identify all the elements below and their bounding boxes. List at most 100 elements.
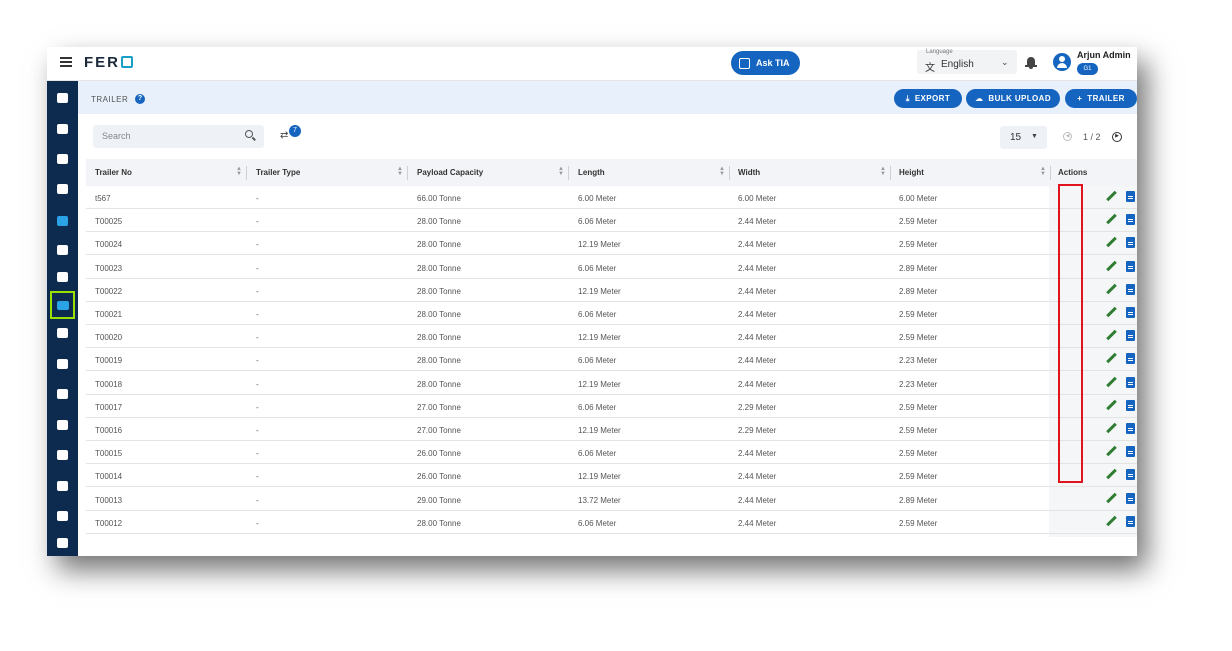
sort-icon[interactable]: ▲ ▼ [1040, 166, 1046, 177]
document-icon[interactable] [1126, 260, 1135, 272]
sidebar-item-building-grid[interactable] [50, 353, 75, 375]
cell-length: 12.19 Meter [578, 426, 621, 435]
edit-icon[interactable] [1105, 376, 1117, 389]
sidebar-item-box-settings[interactable] [50, 118, 75, 140]
sidebar-item-gallery[interactable] [50, 532, 75, 554]
export-button[interactable]: ⤓ EXPORT [894, 89, 962, 108]
cell-width: 2.44 Meter [738, 495, 777, 505]
column-header-length[interactable]: Length [578, 168, 605, 177]
search-icon[interactable] [245, 130, 253, 138]
sidebar-item-document[interactable] [50, 505, 75, 527]
table-row[interactable]: T00013 - 29.00 Tonne 13.72 Meter 2.44 Meter 2… [86, 488, 1137, 511]
table-row[interactable]: T00012 - 28.00 Tonne 6.06 Meter 2.44 Meter 2.… [86, 511, 1137, 534]
sort-icon[interactable]: ▲ ▼ [558, 166, 564, 177]
ask-tia-button[interactable]: Ask TIA [731, 51, 800, 75]
cell-payload: 27.00 Tonne [417, 402, 461, 412]
column-header-width[interactable]: Width [738, 168, 760, 177]
search-input[interactable]: Search [93, 125, 264, 148]
sidebar-item-driver-voice[interactable] [50, 322, 75, 344]
edit-icon[interactable] [1105, 306, 1117, 319]
sort-icon[interactable]: ▲ ▼ [236, 166, 242, 177]
edit-column-highlight [1058, 184, 1083, 483]
menu-icon[interactable] [60, 57, 72, 67]
table-row[interactable]: T00022 - 28.00 Tonne 12.19 Meter 2.44 Meter 2… [86, 279, 1137, 302]
document-icon[interactable] [1126, 237, 1135, 249]
edit-icon[interactable] [1105, 515, 1117, 528]
document-icon[interactable] [1126, 446, 1135, 458]
sidebar-item-route[interactable] [50, 414, 75, 436]
document-icon[interactable] [1126, 492, 1135, 504]
edit-icon[interactable] [1105, 469, 1117, 481]
language-select[interactable]: Language 文 English ⌄ [917, 49, 1017, 74]
table-row[interactable]: T00014 - 26.00 Tonne 12.19 Meter 2.44 Meter 2… [86, 464, 1137, 488]
document-icon[interactable] [1126, 214, 1135, 226]
column-divider [729, 166, 730, 180]
table-row[interactable]: T00024 - 28.00 Tonne 12.19 Meter 2.44 Meter 2… [86, 232, 1137, 256]
page-size-select[interactable]: 15 ▼ [1000, 126, 1047, 149]
edit-icon[interactable] [1105, 260, 1117, 273]
sidebar-item-ticket[interactable] [50, 178, 75, 200]
table-row[interactable]: T00016 - 27.00 Tonne 12.19 Meter 2.29 Meter 2… [86, 418, 1137, 441]
edit-icon[interactable] [1105, 190, 1117, 203]
cell-trailer-type: - [256, 194, 259, 203]
sidebar-item-person[interactable] [50, 266, 75, 288]
next-page-icon[interactable]: ▶ [1112, 132, 1122, 142]
column-header-trailer-type[interactable]: Trailer Type [256, 168, 300, 177]
column-header-payload[interactable]: Payload Capacity [417, 168, 483, 177]
sidebar-item-settings[interactable] [50, 475, 75, 497]
bell-icon[interactable] [1025, 56, 1037, 69]
cell-width: 2.44 Meter [738, 310, 777, 319]
sidebar-item-company[interactable] [50, 383, 75, 405]
table-row[interactable]: T00020 - 28.00 Tonne 12.19 Meter 2.44 Meter 2… [86, 325, 1137, 349]
edit-icon[interactable] [1105, 353, 1117, 365]
table-row[interactable]: T00019 - 28.00 Tonne 6.06 Meter 2.44 Meter 2.… [86, 348, 1137, 372]
cell-length: 12.19 Meter [578, 472, 621, 482]
avatar[interactable] [1053, 53, 1071, 71]
edit-icon[interactable] [1105, 213, 1117, 226]
document-icon[interactable] [1126, 399, 1135, 411]
edit-icon[interactable] [1105, 237, 1117, 249]
sidebar-item-truck-fast[interactable] [50, 210, 75, 232]
edit-icon[interactable] [1105, 422, 1117, 435]
document-icon[interactable] [1126, 283, 1135, 295]
document-icon[interactable] [1126, 376, 1135, 388]
table-row[interactable]: T00023 - 28.00 Tonne 6.06 Meter 2.44 Meter 2.… [86, 256, 1137, 279]
edit-icon[interactable] [1105, 329, 1117, 342]
table-row[interactable]: T00025 - 28.00 Tonne 6.06 Meter 2.44 Meter 2.… [86, 209, 1137, 233]
document-icon[interactable] [1126, 423, 1135, 434]
document-icon[interactable] [1126, 353, 1135, 365]
edit-icon[interactable] [1105, 445, 1117, 458]
column-header-height[interactable]: Height [899, 168, 924, 177]
table-row[interactable]: t567 - 66.00 Tonne 6.00 Meter 6.00 Meter 6.00… [86, 186, 1137, 209]
sort-icon[interactable]: ▲ ▼ [719, 166, 725, 177]
column-header-trailer-no[interactable]: Trailer No [95, 168, 132, 177]
sort-icon[interactable]: ▲ ▼ [880, 166, 886, 177]
document-icon[interactable] [1126, 515, 1135, 527]
filter-icon[interactable]: ⇄ [280, 130, 288, 141]
help-icon[interactable]: ? [135, 94, 145, 104]
app-logo[interactable]: FER [84, 54, 133, 71]
table-row[interactable]: T00021 - 28.00 Tonne 6.06 Meter 2.44 Meter 2.… [86, 302, 1137, 325]
add-trailer-button[interactable]: + TRAILER [1065, 89, 1137, 108]
sidebar-item-bus[interactable] [50, 148, 75, 170]
table-row[interactable]: T00017 - 27.00 Tonne 6.06 Meter 2.29 Meter 2.… [86, 395, 1137, 418]
prev-page-icon[interactable]: ◀ [1063, 132, 1072, 141]
table-row[interactable]: T00018 - 28.00 Tonne 12.19 Meter 2.44 Meter 2… [86, 372, 1137, 395]
sidebar-item-trailer[interactable] [50, 291, 75, 319]
edit-icon[interactable] [1105, 283, 1117, 296]
document-icon[interactable] [1126, 191, 1135, 202]
sort-icon[interactable]: ▲ ▼ [397, 166, 403, 177]
sidebar-item-dashboard[interactable] [50, 87, 75, 109]
cell-width: 2.44 Meter [738, 240, 777, 250]
truck-icon [57, 245, 68, 255]
document-icon[interactable] [1126, 330, 1135, 342]
edit-icon[interactable] [1105, 492, 1117, 505]
cell-trailer-type: - [256, 286, 259, 296]
bulk-upload-button[interactable]: ☁ BULK UPLOAD [966, 89, 1060, 108]
document-icon[interactable] [1126, 307, 1135, 318]
document-icon[interactable] [1126, 469, 1135, 481]
table-row[interactable]: T00015 - 26.00 Tonne 6.06 Meter 2.44 Meter 2.… [86, 441, 1137, 465]
edit-icon[interactable] [1105, 399, 1117, 412]
sidebar-item-report[interactable] [50, 444, 75, 466]
sidebar-item-truck[interactable] [50, 239, 75, 261]
